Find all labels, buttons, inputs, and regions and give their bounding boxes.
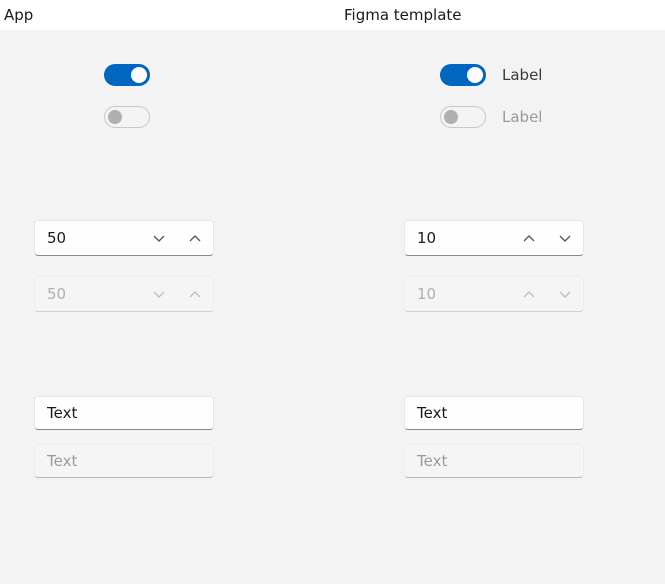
numberbox-figma[interactable]: 10 bbox=[404, 220, 584, 256]
chevron-down-icon bbox=[152, 287, 166, 301]
numberbox-up-button bbox=[511, 277, 547, 311]
column-title-figma: Figma template bbox=[340, 0, 665, 30]
numberbox-value: 50 bbox=[35, 277, 141, 311]
numberbox-down-button[interactable] bbox=[547, 221, 583, 255]
numberbox-up-button[interactable] bbox=[511, 221, 547, 255]
chevron-down-icon bbox=[558, 287, 572, 301]
chevron-up-icon bbox=[188, 287, 202, 301]
numberbox-value[interactable]: 10 bbox=[405, 221, 511, 255]
toggle-off-label: Label bbox=[502, 108, 542, 126]
chevron-down-icon bbox=[558, 231, 572, 245]
numberbox-value: 10 bbox=[405, 277, 511, 311]
textbox-disabled-app: Text bbox=[34, 444, 214, 478]
textbox-app[interactable]: Text bbox=[34, 396, 214, 430]
toggle-off-disabled-figma bbox=[440, 106, 486, 128]
numberbox-up-button bbox=[177, 277, 213, 311]
toggle-on-app[interactable] bbox=[104, 64, 150, 86]
chevron-down-icon bbox=[152, 231, 166, 245]
toggle-off-disabled-app bbox=[104, 106, 150, 128]
numberbox-down-button[interactable] bbox=[141, 221, 177, 255]
panel-app: 50 50 bbox=[0, 30, 340, 584]
textbox-figma[interactable]: Text bbox=[404, 396, 584, 430]
toggle-on-figma[interactable] bbox=[440, 64, 486, 86]
toggle-on-label: Label bbox=[502, 66, 542, 84]
column-title-app: App bbox=[0, 0, 340, 30]
chevron-up-icon bbox=[522, 231, 536, 245]
numberbox-value[interactable]: 50 bbox=[35, 221, 141, 255]
numberbox-down-button bbox=[141, 277, 177, 311]
chevron-up-icon bbox=[522, 287, 536, 301]
numberbox-disabled-app: 50 bbox=[34, 276, 214, 312]
numberbox-disabled-figma: 10 bbox=[404, 276, 584, 312]
textbox-disabled-figma: Text bbox=[404, 444, 584, 478]
chevron-up-icon bbox=[188, 231, 202, 245]
numberbox-down-button bbox=[547, 277, 583, 311]
panel-figma: Label Label 10 bbox=[340, 30, 665, 584]
numberbox-up-button[interactable] bbox=[177, 221, 213, 255]
numberbox-app[interactable]: 50 bbox=[34, 220, 214, 256]
